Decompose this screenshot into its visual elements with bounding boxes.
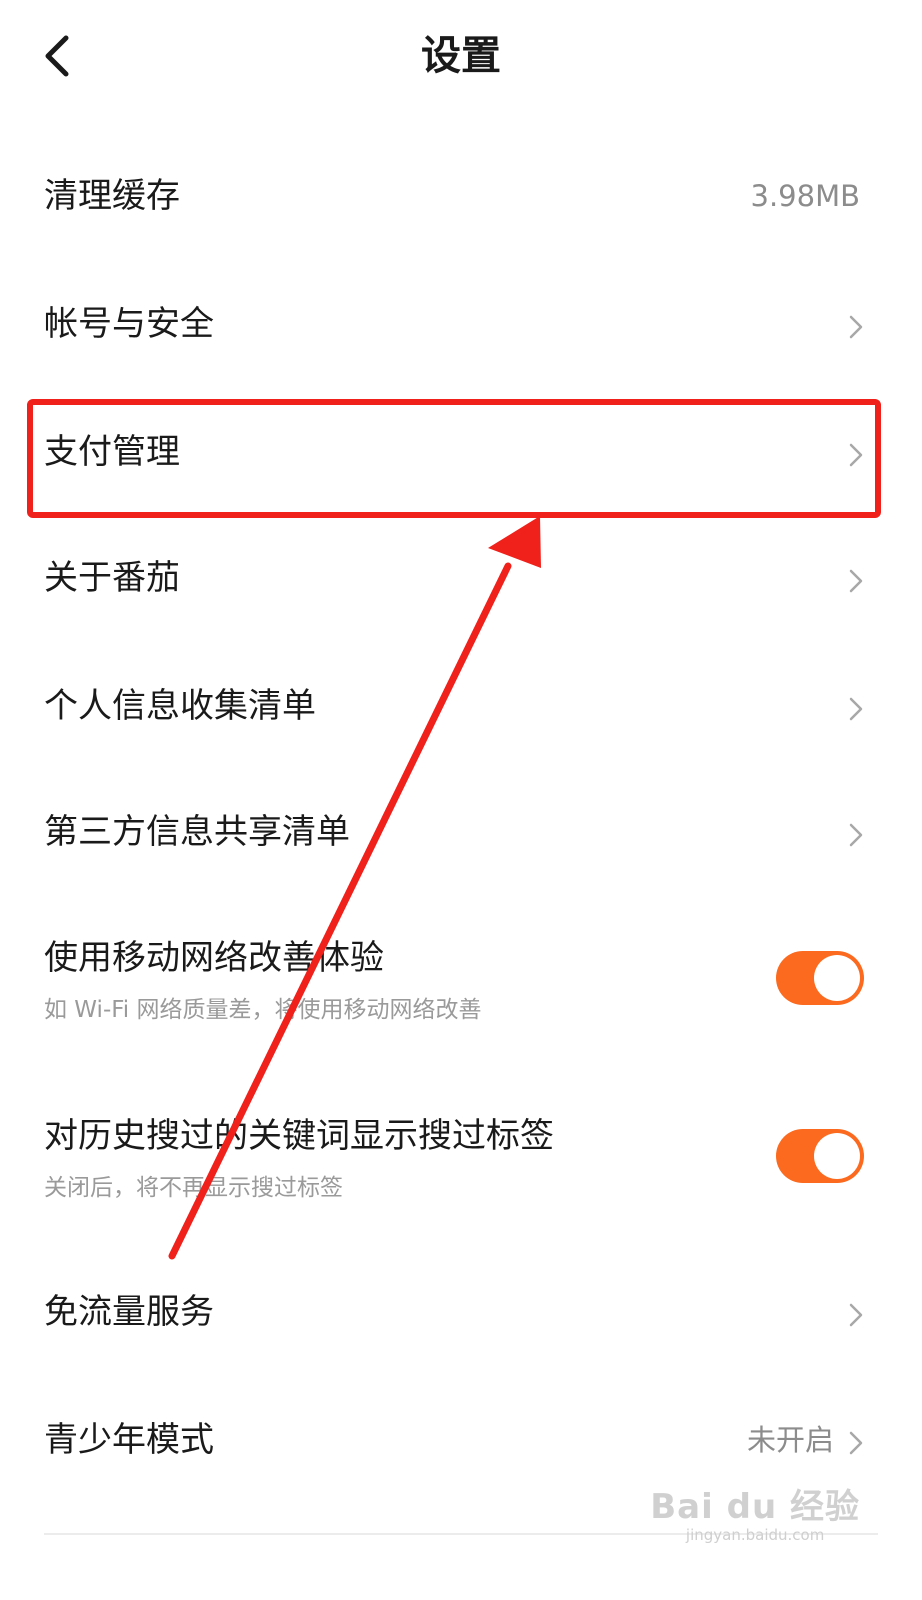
setting-account-security[interactable]: 帐号与安全 bbox=[0, 268, 922, 380]
toggle-knob bbox=[814, 955, 860, 1001]
setting-mobile-network-boost: 使用移动网络改善体验 如 Wi-Fi 网络质量差，将使用移动网络改善 bbox=[0, 910, 922, 1040]
chevron-right-icon bbox=[849, 315, 863, 339]
setting-label: 第三方信息共享清单 bbox=[44, 812, 350, 852]
baidu-jingyan-watermark: Bai du 经验 jingyan.baidu.com bbox=[650, 1488, 860, 1544]
setting-personal-info-list[interactable]: 个人信息收集清单 bbox=[0, 650, 922, 762]
setting-label: 帐号与安全 bbox=[44, 304, 214, 344]
setting-label: 清理缓存 bbox=[44, 176, 180, 216]
chevron-right-icon bbox=[849, 443, 863, 467]
teen-mode-status: 未开启 bbox=[746, 1423, 834, 1457]
setting-payment-management[interactable]: 支付管理 bbox=[0, 396, 922, 508]
setting-description: 关闭后，将不再显示搜过标签 bbox=[44, 1175, 343, 1201]
setting-label: 个人信息收集清单 bbox=[44, 686, 316, 726]
search-history-tags-toggle[interactable] bbox=[776, 1129, 864, 1183]
chevron-right-icon bbox=[849, 1431, 863, 1455]
setting-label: 免流量服务 bbox=[44, 1292, 214, 1332]
setting-about[interactable]: 关于番茄 bbox=[0, 522, 922, 634]
setting-clear-cache[interactable]: 清理缓存 3.98MB bbox=[0, 140, 922, 252]
chevron-right-icon bbox=[849, 569, 863, 593]
nav-bar: 设置 bbox=[0, 0, 922, 115]
setting-label: 对历史搜过的关键词显示搜过标签 bbox=[44, 1116, 554, 1156]
watermark-url: jingyan.baidu.com bbox=[685, 1526, 825, 1544]
setting-label: 使用移动网络改善体验 bbox=[44, 938, 384, 978]
setting-label: 青少年模式 bbox=[44, 1420, 214, 1460]
setting-teen-mode[interactable]: 青少年模式 未开启 bbox=[0, 1384, 922, 1496]
page-title: 设置 bbox=[421, 33, 501, 79]
setting-data-free-service[interactable]: 免流量服务 bbox=[0, 1256, 922, 1368]
setting-label: 支付管理 bbox=[44, 432, 180, 472]
cache-size-value: 3.98MB bbox=[750, 179, 861, 213]
chevron-right-icon bbox=[849, 1303, 863, 1327]
setting-label: 关于番茄 bbox=[44, 558, 180, 598]
chevron-right-icon bbox=[849, 697, 863, 721]
watermark-logo: Bai du 经验 bbox=[650, 1487, 860, 1527]
chevron-right-icon bbox=[849, 823, 863, 847]
toggle-knob bbox=[814, 1133, 860, 1179]
settings-page: 设置 清理缓存 3.98MB 帐号与安全 支付管理 关于番茄 个人信息收集清单 … bbox=[0, 0, 922, 1600]
setting-third-party-sharing-list[interactable]: 第三方信息共享清单 bbox=[0, 776, 922, 888]
setting-description: 如 Wi-Fi 网络质量差，将使用移动网络改善 bbox=[44, 997, 482, 1023]
setting-search-history-tags: 对历史搜过的关键词显示搜过标签 关闭后，将不再显示搜过标签 bbox=[0, 1088, 922, 1218]
mobile-network-toggle[interactable] bbox=[776, 951, 864, 1005]
